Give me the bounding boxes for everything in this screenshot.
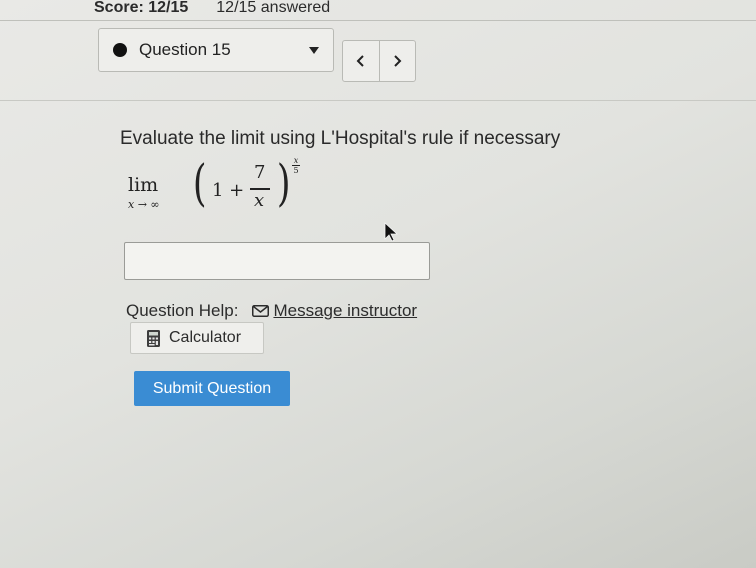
envelope-icon: [252, 305, 270, 317]
header-divider: [0, 20, 756, 21]
lim-operator: lim: [128, 174, 159, 196]
question-dropdown-label: Question 15: [139, 40, 231, 59]
previous-question-button[interactable]: [343, 41, 380, 81]
chevron-right-icon: [394, 55, 402, 67]
calculator-icon: [147, 329, 160, 347]
mouse-pointer-icon: [384, 222, 399, 242]
calculator-label: Calculator: [169, 329, 242, 346]
status-dot-icon: [113, 43, 127, 57]
question-prompt: Evaluate the limit using L'Hospital's ru…: [120, 128, 561, 149]
score-text: Score: 12/15: [94, 0, 189, 16]
calculator-button[interactable]: Calculator: [130, 322, 264, 354]
question-dropdown[interactable]: Question 15: [98, 28, 334, 72]
section-divider: [0, 100, 756, 101]
fraction-denominator: x: [254, 190, 265, 211]
message-instructor-link[interactable]: Message instructor: [273, 301, 417, 321]
exponent: x 5: [290, 156, 302, 175]
one-plus-term: 1 +: [212, 180, 245, 201]
exponent-numerator: x: [293, 156, 299, 165]
exponent-denominator: 5: [293, 166, 299, 175]
left-parenthesis: (: [192, 154, 207, 212]
answer-input[interactable]: [124, 242, 430, 280]
caret-down-icon: [309, 46, 319, 54]
question-help-label: Question Help:: [126, 301, 239, 320]
lim-subscript: x → ∞: [128, 198, 160, 211]
next-question-button[interactable]: [380, 41, 416, 81]
question-help: Question Help: Message instructor: [126, 301, 417, 321]
score-status: Score: 12/15 12/15 answered: [94, 0, 330, 20]
question-pager: [342, 40, 416, 82]
right-parenthesis: ): [276, 154, 291, 212]
limit-expression: lim x → ∞ ( 1 + 7 x ) x 5: [128, 156, 328, 226]
chevron-left-icon: [356, 55, 364, 67]
submit-question-button[interactable]: Submit Question: [134, 371, 290, 406]
answered-count: 12/15 answered: [216, 0, 331, 16]
fraction-numerator: 7: [254, 162, 266, 183]
